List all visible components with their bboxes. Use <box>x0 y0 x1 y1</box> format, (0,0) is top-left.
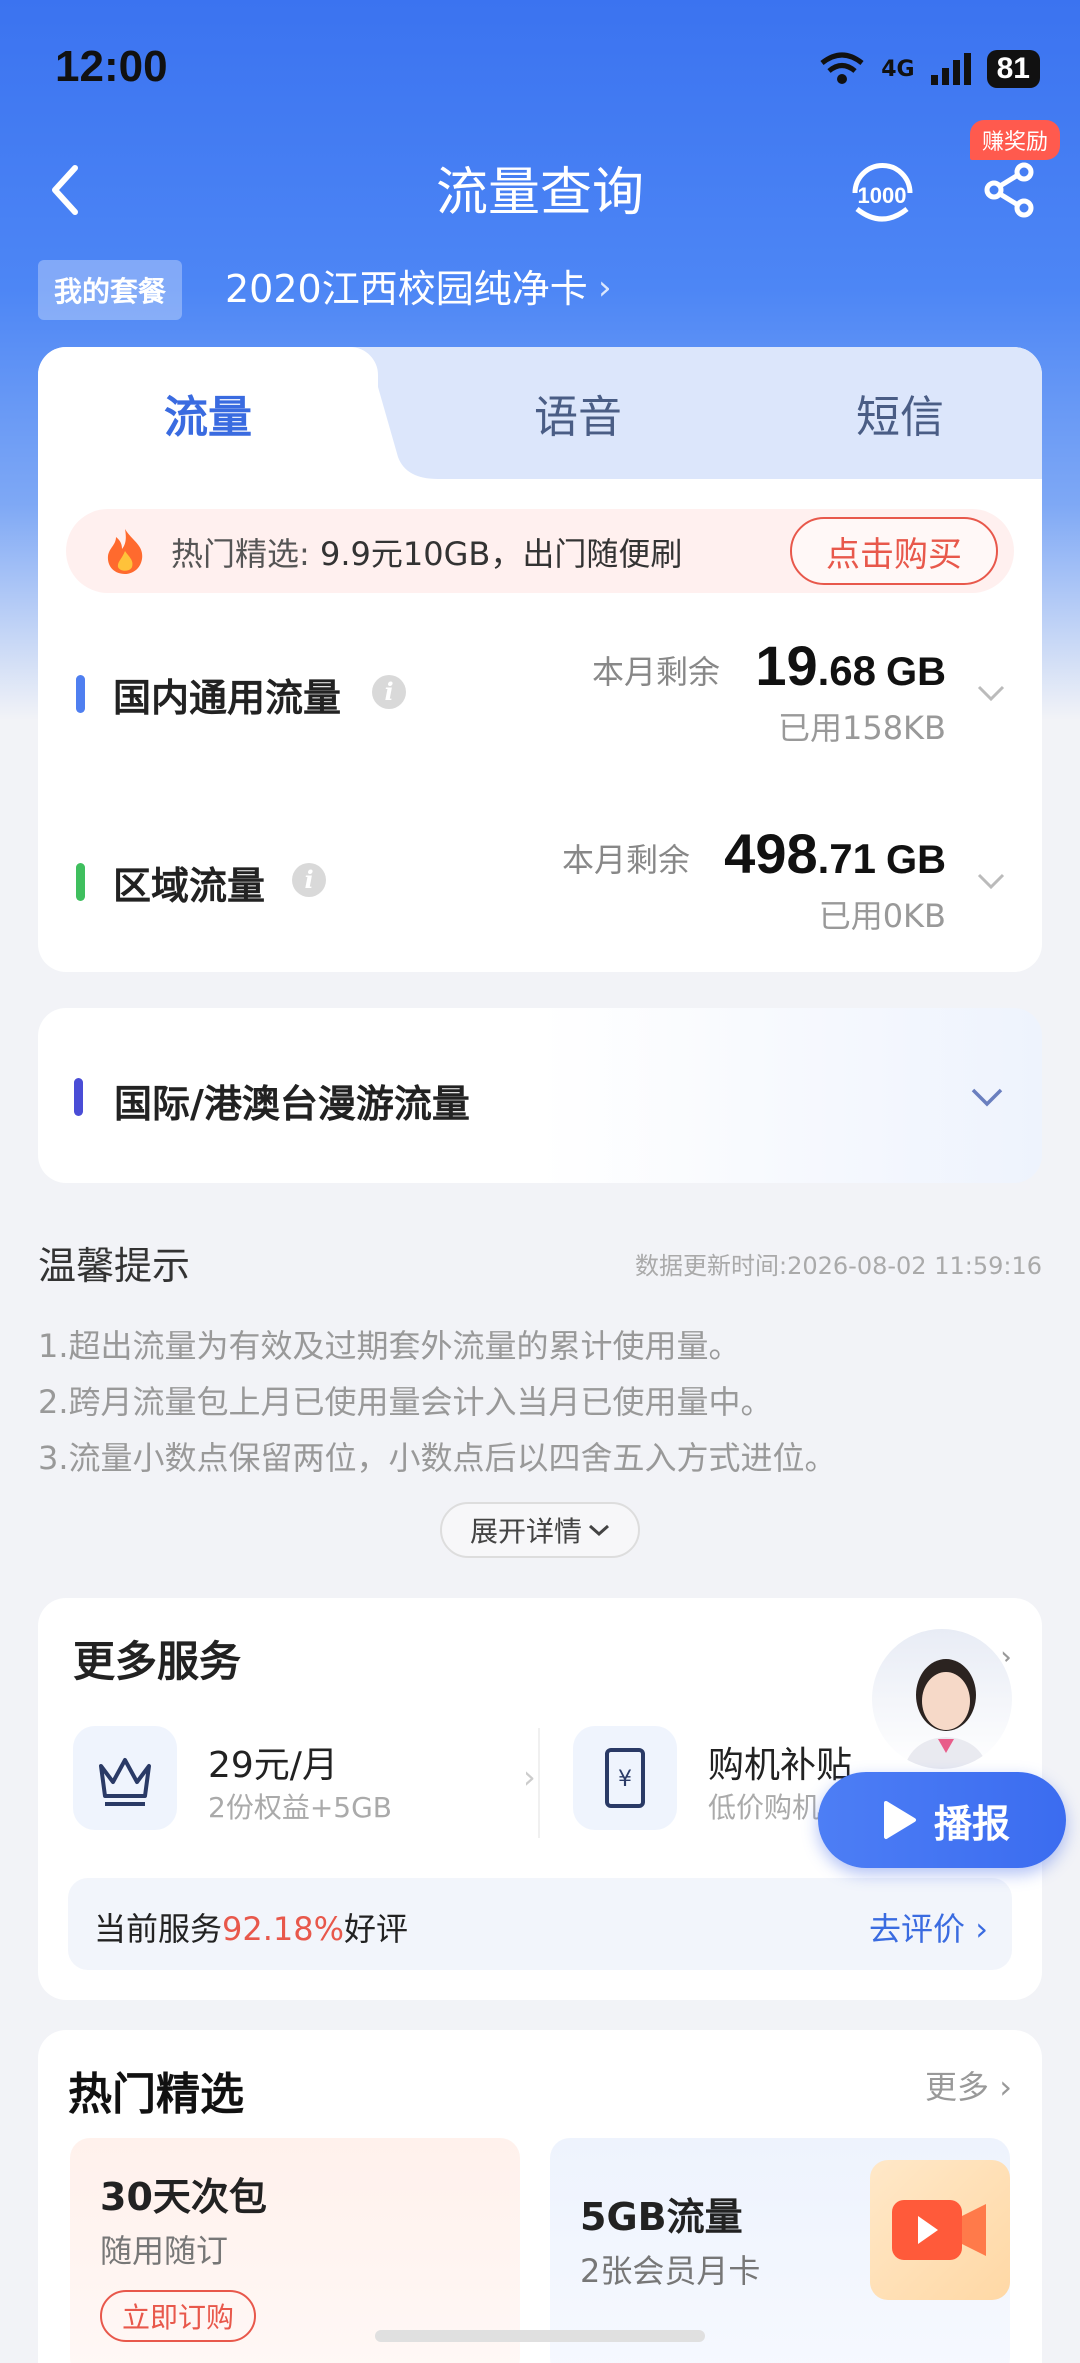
video-vip-icon <box>870 2160 1010 2300</box>
used-amount: 已用0KB <box>818 897 946 935</box>
service-title: 29元/月 <box>208 1745 338 1786</box>
buy-button[interactable]: 点击购买 <box>790 517 998 585</box>
subscribe-button[interactable]: 立即订购 <box>100 2290 256 2342</box>
svg-text:¥: ¥ <box>618 1767 632 1792</box>
usage-name: 区域流量 <box>113 864 266 908</box>
service-title: 购机补贴 <box>708 1745 853 1786</box>
chevron-right-icon[interactable]: › <box>598 268 612 308</box>
rating-bar[interactable]: 当前服务92.18%好评 去评价 › <box>68 1878 1012 1970</box>
tip-item: 1.超出流量为有效及过期套外流量的累计使用量。 <box>38 1327 741 1365</box>
hot-title: 热门精选 <box>68 2069 244 2120</box>
services-title: 更多服务 <box>73 1637 242 1686</box>
hot-item-title: 5GB流量 <box>580 2195 743 2239</box>
status-icons: 4G 81 <box>817 50 1040 88</box>
tip-item: 3.流量小数点保留两位，小数点后以四舍五入方式进位。 <box>38 1439 837 1477</box>
chevron-right-icon: › <box>523 1758 536 1796</box>
usage-row-regional[interactable]: 区域流量 i 本月剩余 498.71 GB 已用0KB <box>38 807 1042 957</box>
broadcast-button[interactable]: 播报 <box>818 1772 1066 1868</box>
chevron-down-icon <box>589 1524 609 1537</box>
chevron-down-icon[interactable] <box>976 683 1006 703</box>
amount-int: 498 <box>724 822 818 885</box>
phone-yuan-icon: ¥ <box>573 1726 677 1830</box>
reward-badge[interactable]: 赚奖励 <box>970 120 1061 160</box>
amount-unit: GB <box>886 838 946 882</box>
rate-link[interactable]: 去评价 › <box>869 1904 988 1950</box>
hot-more-label: 更多 <box>925 2068 990 2106</box>
promo-offer: 9.9元10GB，出门随便刷 <box>319 535 683 573</box>
row-indicator <box>76 863 85 901</box>
customer-service-icon[interactable]: 1000 <box>845 155 920 230</box>
chevron-down-icon[interactable] <box>976 871 1006 891</box>
chevron-down-icon[interactable] <box>970 1086 1004 1108</box>
service-sub: 低价购机 <box>708 1791 821 1824</box>
amount-dec: .71 <box>817 835 876 882</box>
service-sub: 2份权益+5GB <box>208 1791 392 1824</box>
status-time: 12:00 <box>55 42 168 91</box>
plan-name[interactable]: 2020江西校园纯净卡 <box>225 258 588 313</box>
fire-icon <box>107 529 143 574</box>
usage-card: 语音 短信 流量 热门精选: 9.9元10GB，出门随便刷 点击购买 国内通用流… <box>38 347 1042 972</box>
tip-item: 2.跨月流量包上月已使用量会计入当月已使用量中。 <box>38 1383 773 1421</box>
update-time: 数据更新时间:2026-08-02 11:59:16 <box>635 1252 1042 1280</box>
share-icon[interactable] <box>980 160 1040 220</box>
expand-label: 展开详情 <box>469 1515 582 1548</box>
rating-suffix: 好评 <box>344 1910 409 1948</box>
tab-voice[interactable]: 语音 <box>398 347 758 479</box>
remain-amount: 19.68 GB <box>755 633 946 698</box>
usage-row-domestic[interactable]: 国内通用流量 i 本月剩余 19.68 GB 已用158KB <box>38 617 1042 767</box>
promo-label: 热门精选: <box>171 535 320 573</box>
plan-tag: 我的套餐 <box>38 260 183 320</box>
promo-banner[interactable]: 热门精选: 9.9元10GB，出门随便刷 点击购买 <box>66 509 1014 593</box>
rating-percent: 92.18% <box>222 1910 345 1948</box>
status-bar: 12:00 4G 81 <box>0 0 1080 140</box>
hot-item-sub: 2张会员月卡 <box>580 2252 761 2290</box>
tips-title: 温馨提示 <box>38 1244 191 1288</box>
assistant-avatar[interactable] <box>868 1625 1016 1773</box>
hot-picks-card: 热门精选 更多 › 30天次包 随用随订 立即订购 5GB流量 2张会员月卡 <box>38 2030 1042 2363</box>
signal-icon <box>930 53 971 85</box>
tab-data[interactable]: 流量 <box>38 347 378 479</box>
wifi-icon <box>820 52 864 84</box>
roaming-card[interactable]: 国际/港澳台漫游流量 <box>38 1008 1042 1183</box>
promo-text: 热门精选: 9.9元10GB，出门随便刷 <box>171 529 682 575</box>
svg-text:1000: 1000 <box>858 183 907 208</box>
hot-more-link[interactable]: 更多 › <box>925 2062 1012 2108</box>
amount-int: 19 <box>755 634 818 697</box>
service-item[interactable]: 29元/月 2份权益+5GB › <box>73 1726 536 1836</box>
row-indicator <box>76 675 85 713</box>
hot-item-title: 30天次包 <box>100 2175 267 2219</box>
amount-dec: .68 <box>817 647 876 694</box>
battery-level: 81 <box>986 50 1040 88</box>
info-icon[interactable]: i <box>292 863 326 897</box>
divider <box>538 1728 540 1838</box>
tab-bar: 语音 短信 流量 <box>38 347 1042 479</box>
home-indicator <box>375 2330 705 2342</box>
remain-label: 本月剩余 <box>561 841 690 879</box>
expand-details-button[interactable]: 展开详情 <box>440 1502 640 1558</box>
rate-link-label: 去评价 <box>869 1910 966 1948</box>
tab-sms[interactable]: 短信 <box>758 347 1042 479</box>
remain-label: 本月剩余 <box>591 653 720 691</box>
hot-item-sub: 随用随订 <box>100 2232 229 2270</box>
roaming-name: 国际/港澳台漫游流量 <box>114 1082 470 1126</box>
amount-unit: GB <box>886 650 946 694</box>
rating-text: 当前服务92.18%好评 <box>94 1904 408 1950</box>
network-type: 4G <box>881 56 915 82</box>
usage-name: 国内通用流量 <box>113 676 342 720</box>
tips-list: 1.超出流量为有效及过期套外流量的累计使用量。 2.跨月流量包上月已使用量会计入… <box>38 1318 1038 1486</box>
rating-prefix: 当前服务 <box>94 1910 223 1948</box>
broadcast-label: 播报 <box>933 1801 1010 1846</box>
info-icon[interactable]: i <box>372 675 406 709</box>
crown-icon <box>73 1726 177 1830</box>
row-indicator <box>74 1078 83 1116</box>
used-amount: 已用158KB <box>777 709 946 747</box>
remain-amount: 498.71 GB <box>724 821 946 886</box>
play-icon <box>883 1801 916 1839</box>
